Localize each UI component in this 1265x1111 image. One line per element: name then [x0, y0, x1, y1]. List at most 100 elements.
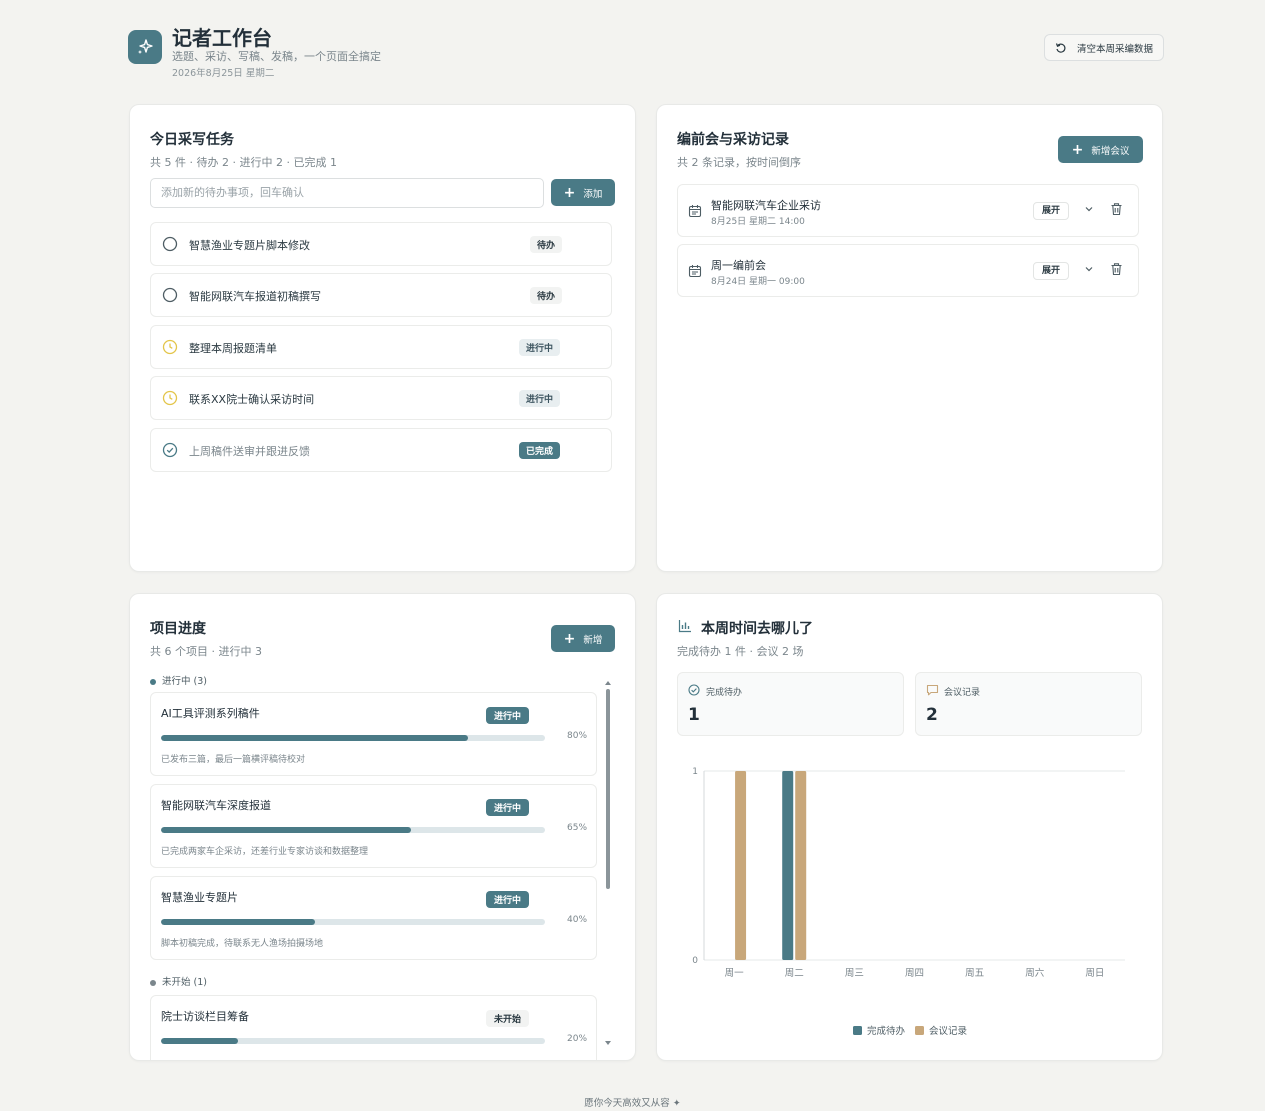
stat-meetings-value: 2	[926, 705, 938, 725]
reset-icon	[1055, 42, 1066, 53]
meeting-time: 8月24日 星期一 09:00	[711, 277, 805, 287]
clear-week-data-button[interactable]: 清空本周采编数据	[1043, 34, 1164, 61]
project-item[interactable]: 智能网联汽车深度报道 进行中 65% 已完成两家车企采访，还差行业专家访谈和数据…	[150, 784, 597, 868]
projects-summary: 共 6 个项目 · 进行中 3	[150, 645, 262, 658]
clock-icon[interactable]	[162, 339, 178, 355]
plus-icon: +	[1071, 141, 1084, 158]
scrollbar[interactable]	[604, 679, 612, 1049]
clock-icon[interactable]	[162, 390, 178, 406]
meetings-summary: 共 2 条记录，按时间倒序	[677, 156, 801, 169]
x-tick-label: 周五	[965, 968, 984, 979]
task-label: 智慧渔业专题片脚本修改	[189, 239, 310, 252]
status-badge: 待办	[530, 236, 563, 253]
expand-button[interactable]: 展开	[1033, 262, 1070, 280]
project-note: 已发布三篇，最后一篇横评稿待校对	[161, 755, 306, 765]
project-name: 智慧渔业专题片	[161, 891, 238, 904]
clear-week-data-label: 清空本周采编数据	[1076, 43, 1153, 55]
chevron-down-icon[interactable]	[1083, 263, 1095, 275]
progress-percent: 65%	[567, 823, 588, 833]
project-name: AI工具评测系列稿件	[161, 707, 260, 720]
page-title: 记者工作台	[172, 26, 272, 50]
project-item[interactable]: 智慧渔业专题片 进行中 40% 脚本初稿完成，待联系无人渔场拍摄场地	[150, 876, 597, 960]
x-tick-label: 周日	[1085, 968, 1104, 979]
project-note: 已完成两家车企采访，还差行业专家访谈和数据整理	[161, 847, 369, 857]
tasks-card: 今日采写任务 共 5 件 · 待办 2 · 进行中 2 · 已完成 1 添加新的…	[129, 104, 636, 572]
task-item[interactable]: 联系XX院士确认采访时间 进行中	[150, 376, 612, 420]
comment-icon	[926, 684, 939, 696]
progress-track	[161, 827, 545, 833]
progress-track	[161, 919, 545, 925]
project-item[interactable]: 院士访谈栏目筹备 未开始 20%	[150, 995, 597, 1060]
legend-label: 完成待办	[867, 1025, 906, 1037]
empty-circle-icon[interactable]	[162, 236, 178, 252]
bar	[735, 771, 747, 960]
trash-icon[interactable]	[1110, 262, 1123, 276]
legend-label: 会议记录	[929, 1025, 968, 1037]
add-meeting-button[interactable]: + 新增会议	[1058, 136, 1143, 163]
meeting-item[interactable]: 周一编前会 8月24日 星期一 09:00 展开	[677, 244, 1139, 297]
x-tick-label: 周三	[845, 968, 864, 979]
calendar-icon	[688, 265, 702, 278]
meeting-item[interactable]: 智能网联汽车企业采访 8月25日 星期二 14:00 展开	[677, 184, 1139, 237]
stat-done-label: 完成待办	[706, 688, 743, 698]
current-date: 2026年8月25日 星期二	[172, 68, 275, 79]
status-badge: 进行中	[486, 799, 530, 816]
trash-icon[interactable]	[1110, 202, 1123, 216]
chevron-down-icon[interactable]	[1083, 203, 1095, 215]
meeting-time: 8月25日 星期二 14:00	[711, 217, 805, 227]
project-name: 智能网联汽车深度报道	[161, 799, 271, 812]
x-tick-label: 周六	[1025, 967, 1045, 979]
meetings-title: 编前会与采访记录	[677, 132, 789, 148]
weekly-bar-chart: 0 1 周一 周二 周三 周四 周五 周六 周日完成待办 会议记录	[692, 767, 1125, 1037]
status-badge: 未开始	[486, 1010, 530, 1027]
status-badge: 待办	[530, 287, 563, 304]
empty-circle-icon[interactable]	[162, 287, 178, 303]
task-label: 整理本周报题清单	[189, 342, 277, 355]
x-tick-label: 周一	[725, 968, 745, 979]
project-name: 院士访谈栏目筹备	[161, 1010, 249, 1023]
y-tick-label: 1	[692, 767, 698, 777]
legend-swatch	[853, 1026, 862, 1035]
plus-icon: +	[563, 184, 576, 201]
footer-note: 愿你今天高效又从容 ✦	[584, 1098, 681, 1109]
project-item[interactable]: AI工具评测系列稿件 进行中 80% 已发布三篇，最后一篇横评稿待校对	[150, 692, 597, 776]
week-card: 本周时间去哪儿了 完成待办 1 件 · 会议 2 场 完成待办 1 会议记录 2…	[656, 593, 1163, 1061]
group-dot	[150, 678, 156, 685]
group-label-text: 未开始 (1)	[162, 977, 207, 988]
task-item[interactable]: 上周稿件送审并跟进反馈 已完成	[150, 428, 612, 472]
add-meeting-label: 新增会议	[1091, 145, 1130, 157]
progress-fill	[161, 1038, 238, 1044]
task-item[interactable]: 整理本周报题清单 进行中	[150, 325, 612, 369]
week-summary: 完成待办 1 件 · 会议 2 场	[677, 645, 804, 658]
group-label-text: 进行中 (3)	[162, 676, 207, 687]
progress-track	[161, 1038, 545, 1044]
add-project-button[interactable]: + 新增	[551, 625, 615, 652]
status-badge: 进行中	[519, 390, 561, 407]
add-task-label: 添加	[583, 188, 603, 200]
group-label-in-progress: 进行中 (3)	[150, 673, 207, 687]
task-item[interactable]: 智慧渔业专题片脚本修改 待办	[150, 222, 612, 266]
stat-done-value: 1	[688, 705, 700, 725]
add-task-button[interactable]: + 添加	[551, 179, 615, 206]
progress-fill	[161, 827, 411, 833]
calendar-icon	[688, 205, 702, 218]
group-dot	[150, 979, 156, 986]
check-circle-icon[interactable]	[162, 442, 178, 458]
stat-meetings: 会议记录 2	[915, 672, 1142, 736]
task-item[interactable]: 智能网联汽车报道初稿撰写 待办	[150, 273, 612, 317]
x-tick-label: 周二	[785, 968, 804, 979]
bar-chart-icon	[678, 620, 691, 633]
y-tick-label: 0	[692, 956, 698, 966]
progress-fill	[161, 735, 469, 741]
meetings-card: 编前会与采访记录 共 2 条记录，按时间倒序 + 新增会议 智能网联汽车企业采访…	[656, 104, 1163, 572]
expand-button[interactable]: 展开	[1033, 202, 1070, 220]
meeting-title: 智能网联汽车企业采访	[711, 199, 821, 212]
bar	[782, 771, 794, 960]
task-input[interactable]: 添加新的待办事项，回车确认	[150, 178, 544, 208]
progress-fill	[161, 919, 315, 925]
tasks-summary: 共 5 件 · 待办 2 · 进行中 2 · 已完成 1	[150, 156, 337, 169]
group-label-not-started: 未开始 (1)	[150, 974, 207, 988]
projects-card: 项目进度 共 6 个项目 · 进行中 3 + 新增 进行中 (3) AI工具评测…	[129, 593, 636, 1061]
bar	[795, 771, 807, 960]
page-subtitle: 选题、采访、写稿、发稿，一个页面全搞定	[172, 50, 381, 63]
